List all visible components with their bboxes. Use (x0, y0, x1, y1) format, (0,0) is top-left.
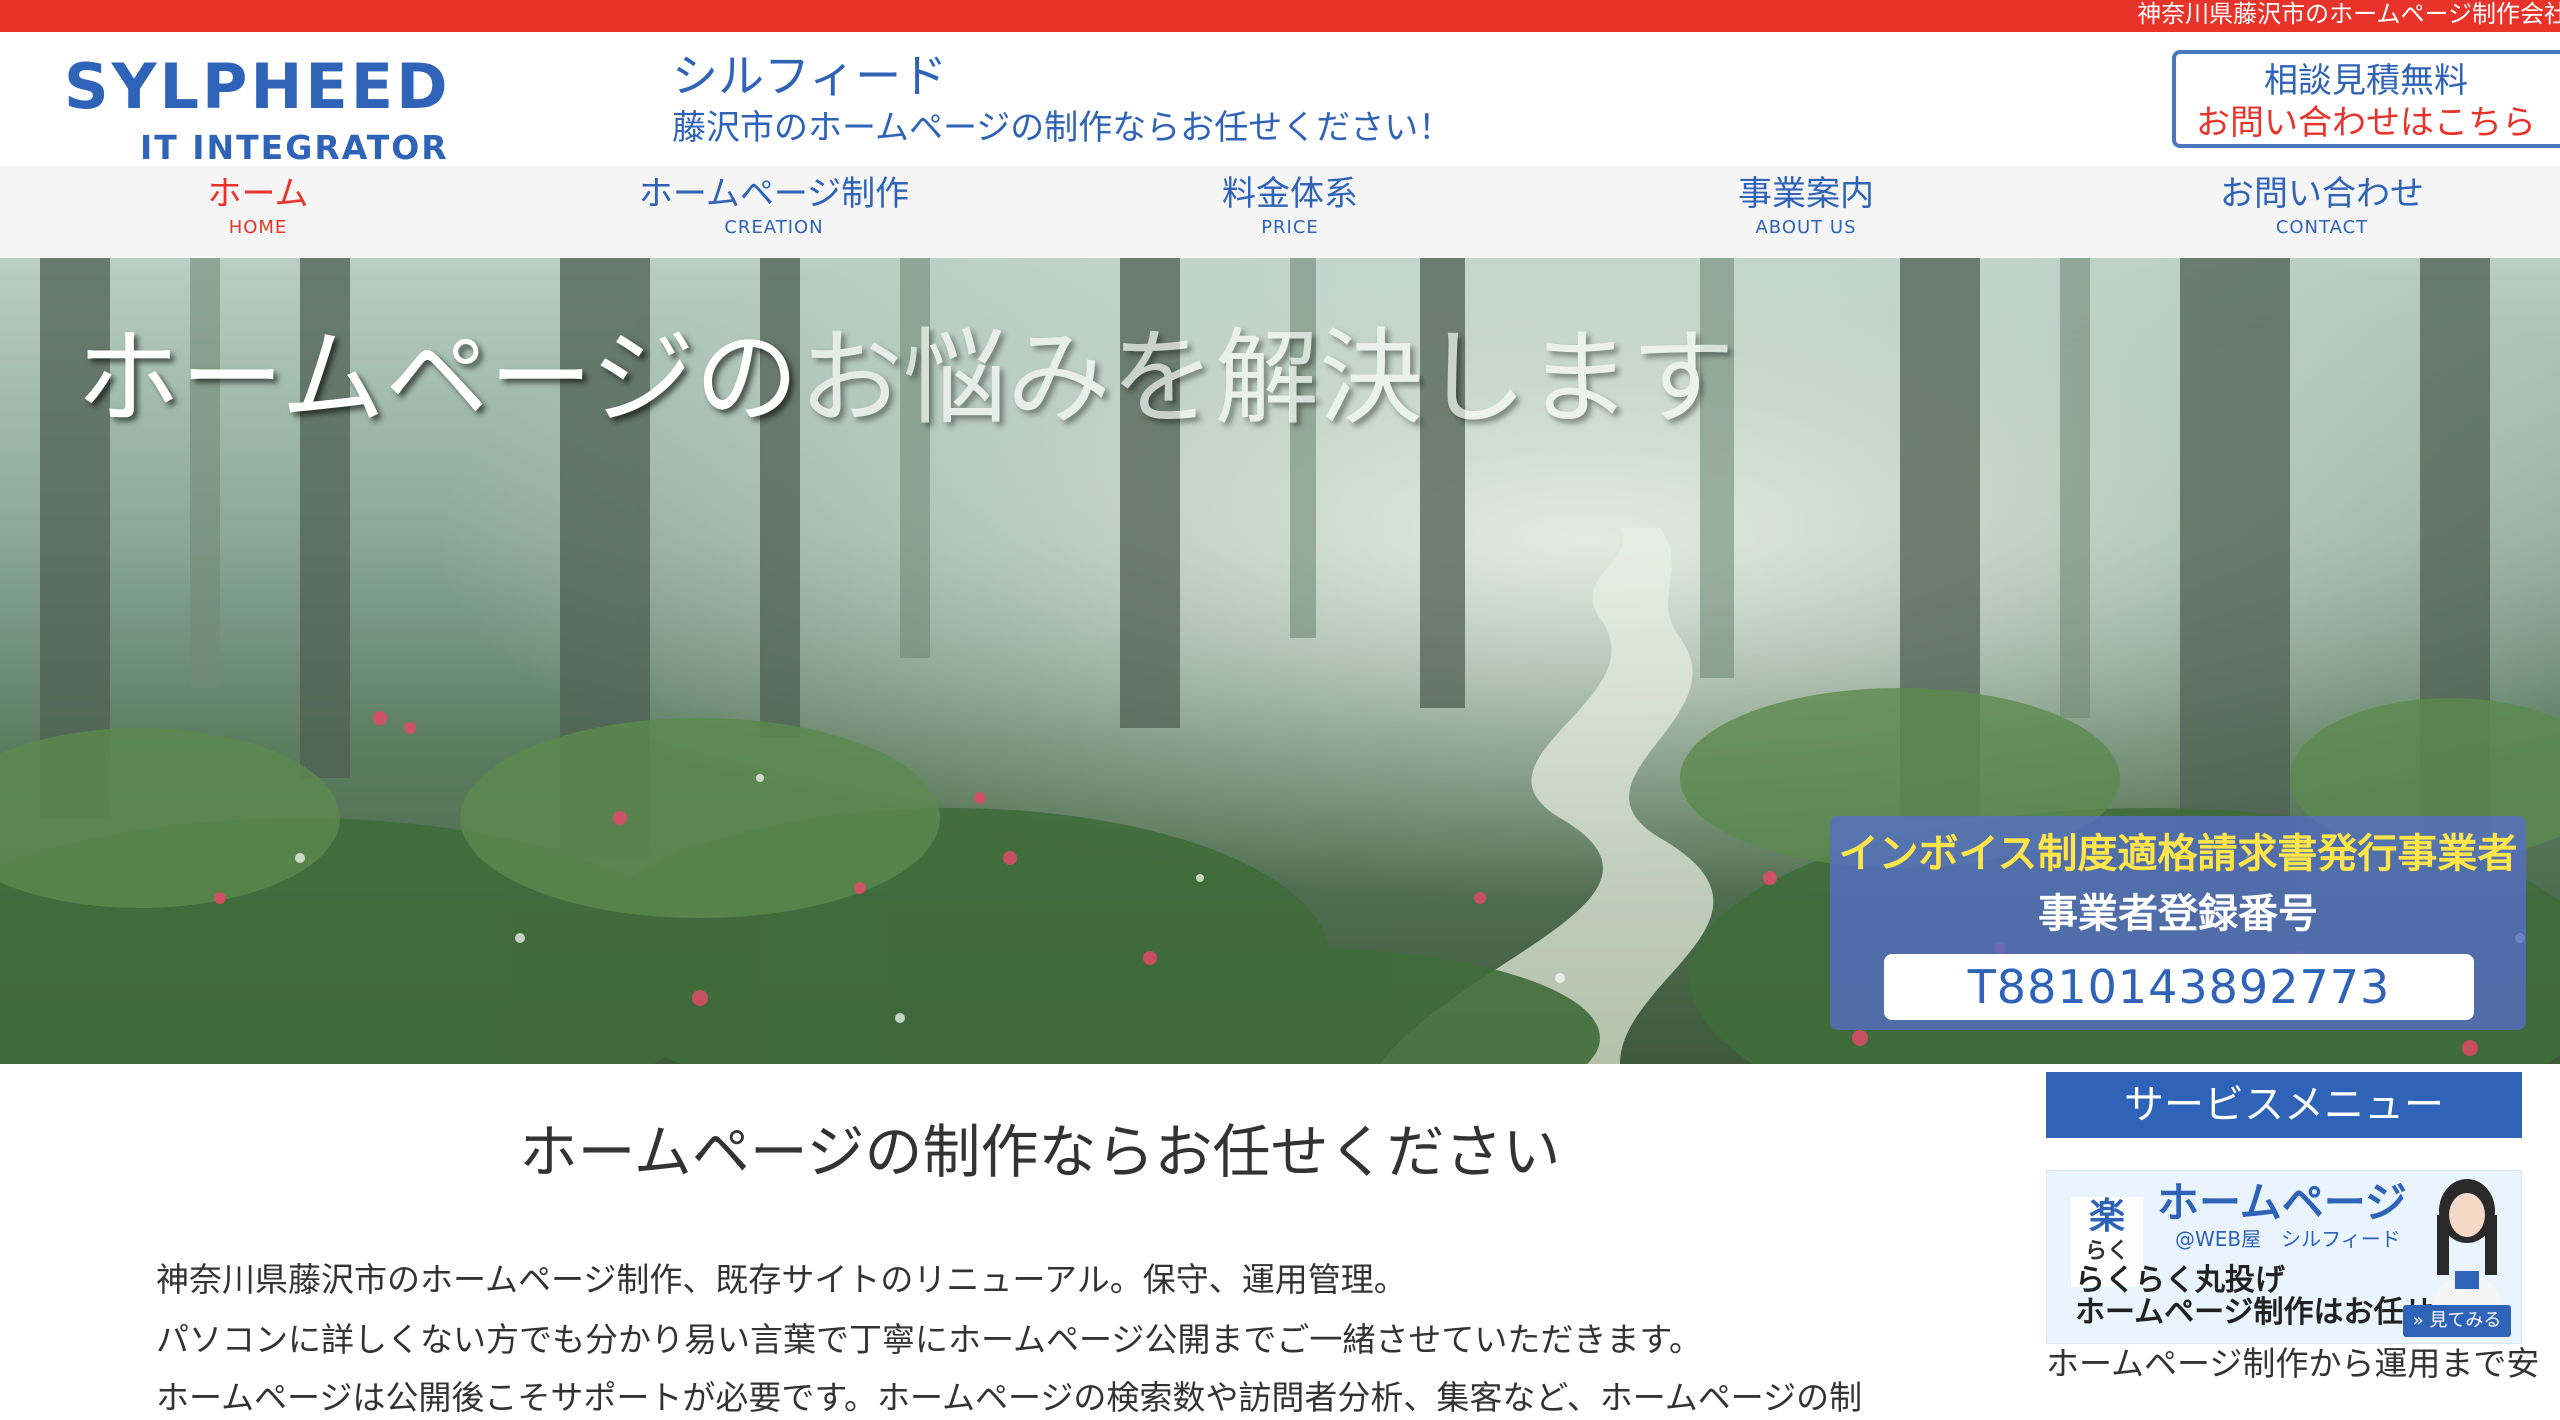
banner-shop-name: @WEB屋 シルフィード (2175, 1227, 2401, 1251)
nav-label: 料金体系 (1222, 174, 1358, 214)
invoice-number: T8810143892773 (1884, 954, 2474, 1020)
hero-title-part-b: お悩みを解決します (798, 317, 1735, 439)
nav-item-home[interactable]: ホーム HOME (108, 166, 408, 258)
nav-item-contact[interactable]: お問い合わせ CONTACT (2172, 166, 2472, 258)
banner-line-2: ホームページ制作はお任せ (2075, 1295, 2434, 1330)
logo-wordmark: SYLPHEED (64, 50, 451, 123)
sidebar-description: ホームページ制作から運用まで安 (2046, 1344, 2540, 1383)
nav-item-price[interactable]: 料金体系 PRICE (1140, 166, 1440, 258)
site-tagline: 藤沢市のホームページの制作ならお任せください！ (672, 108, 1453, 148)
nav-sublabel: CREATION (724, 217, 824, 238)
person-illustration-icon (2433, 1179, 2501, 1305)
banner-line-1: らくらく丸投げ (2075, 1263, 2285, 1298)
banner-title: ホームページ (2157, 1178, 2407, 1227)
invoice-title: インボイス制度適格請求書発行事業者 (1838, 831, 2518, 877)
invoice-registration-box: インボイス制度適格請求書発行事業者 事業者登録番号 T8810143892773 (1830, 816, 2526, 1030)
top-announcement-text: 神奈川県藤沢市のホームページ制作会社 (2137, 0, 2560, 28)
rakuraku-hp-banner[interactable]: 楽 らく ホームページ @WEB屋 シルフィード らくらく丸投げ ホームページ制… (2046, 1170, 2522, 1344)
top-announcement-bar: 神奈川県藤沢市のホームページ制作会社 (0, 0, 2560, 32)
site-header: SYLPHEED IT INTEGRATOR シルフィード 藤沢市のホームページ… (0, 32, 2560, 166)
cta-contact-link: お問い合わせはこちら (2196, 103, 2536, 143)
nav-sublabel: PRICE (1261, 217, 1319, 238)
main-navigation: ホーム HOME ホームページ制作 CREATION 料金体系 PRICE 事業… (0, 166, 2560, 259)
raku-char: 楽 (2088, 1196, 2125, 1237)
nav-label: ホームページ制作 (638, 174, 910, 214)
intro-paragraph-2: パソコンに詳しくない方でも分かり易い言葉で丁寧にホームページ公開までご一緒させて… (156, 1320, 1703, 1359)
hero-banner: ホームページのお悩みを解決します インボイス制度適格請求書発行事業者 事業者登録… (0, 258, 2560, 1064)
banner-button-label: 見てみる (2429, 1310, 2502, 1331)
site-name: シルフィード (672, 49, 948, 103)
cta-free-estimate: 相談見積無料 (2264, 61, 2468, 101)
nav-sublabel: HOME (228, 217, 288, 238)
nav-label: ホーム (207, 174, 309, 214)
nav-item-about[interactable]: 事業案内 ABOUT US (1656, 166, 1956, 258)
main-heading: ホームページの制作ならお任せください (519, 1118, 1561, 1186)
double-chevron-icon: » (2412, 1310, 2424, 1331)
hero-title-part-a: ホームページの (76, 317, 799, 439)
intro-paragraph-1: 神奈川県藤沢市のホームページ制作、既存サイトのリニューアル。保守、運用管理。 (156, 1260, 1407, 1299)
logo-subtitle: IT INTEGRATOR (140, 128, 449, 167)
hero-title: ホームページのお悩みを解決します (76, 316, 1735, 440)
nav-sublabel: ABOUT US (1755, 217, 1857, 238)
intro-paragraph-3: ホームページは公開後こそサポートが必要です。ホームページの検索数や訪問者分析、集… (156, 1378, 1863, 1417)
invoice-label: 事業者登録番号 (2038, 891, 2318, 937)
nav-sublabel: CONTACT (2275, 217, 2369, 238)
nav-label: 事業案内 (1738, 174, 1874, 214)
nav-item-creation[interactable]: ホームページ制作 CREATION (624, 166, 924, 258)
service-menu-heading: サービスメニュー (2046, 1072, 2522, 1138)
banner-view-button[interactable]: » 見てみる (2403, 1305, 2511, 1337)
nav-label: お問い合わせ (2220, 174, 2424, 214)
site-logo[interactable]: SYLPHEED IT INTEGRATOR (64, 50, 564, 166)
contact-cta-button[interactable]: 相談見積無料 お問い合わせはこちら (2172, 50, 2560, 148)
